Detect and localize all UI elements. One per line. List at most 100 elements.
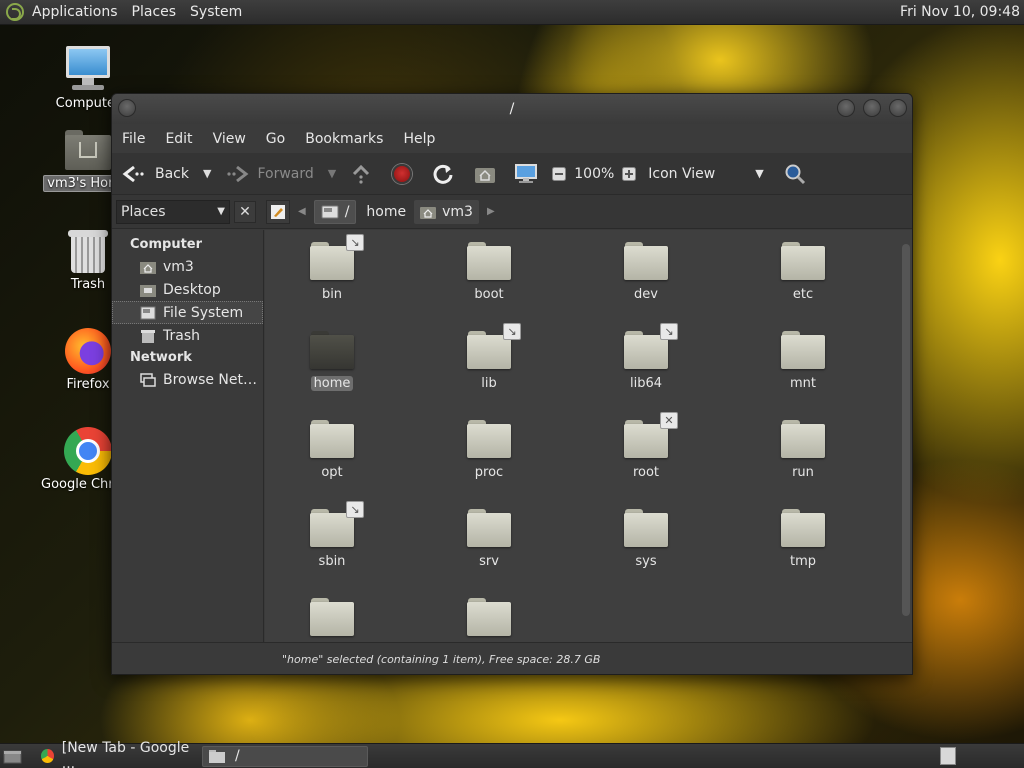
sidebar-item-desktop[interactable]: Desktop	[112, 278, 263, 301]
file-item[interactable]: tmp	[743, 507, 863, 569]
back-history-dropdown[interactable]: ▼	[195, 167, 219, 180]
clock[interactable]: Fri Nov 10, 09:48	[900, 4, 1020, 20]
workspace-switcher[interactable]	[940, 747, 956, 765]
file-item[interactable]: ↘ bin	[272, 234, 392, 302]
folder-icon: ↘	[310, 234, 364, 280]
folder-icon	[781, 507, 825, 547]
window-menu-button[interactable]	[118, 99, 136, 117]
home-icon	[475, 167, 496, 183]
file-item[interactable]: ✕ root	[586, 412, 706, 480]
symlink-emblem-icon: ↘	[503, 323, 521, 340]
zoom-in-button[interactable]	[616, 159, 642, 189]
file-manager-window: / File Edit View Go Bookmarks Help Back …	[111, 93, 913, 675]
file-item[interactable]: mnt	[743, 329, 863, 391]
file-item[interactable]: ↘ sbin	[272, 501, 392, 569]
up-button[interactable]	[344, 159, 378, 189]
sidebar-mode-select[interactable]: Places ▼	[116, 199, 230, 224]
bottom-panel: [New Tab - Google ... /	[0, 740, 1024, 768]
crumb-root[interactable]: /	[313, 199, 357, 224]
folder-icon	[310, 418, 354, 458]
back-button[interactable]: Back	[112, 159, 195, 189]
applications-menu[interactable]: Applications	[32, 4, 118, 20]
menu-view[interactable]: View	[203, 131, 256, 147]
crumb-home[interactable]: home	[360, 200, 412, 224]
file-name: home	[310, 376, 354, 391]
forward-history-dropdown[interactable]: ▼	[320, 167, 344, 180]
computer-icon	[64, 46, 112, 92]
folder-icon	[310, 329, 354, 369]
chrome-icon	[41, 749, 54, 763]
folder-icon	[624, 240, 668, 280]
crumb-vm3[interactable]: vm3	[414, 199, 479, 224]
file-item[interactable]: ↘ lib	[429, 323, 549, 391]
back-arrow-icon	[122, 165, 144, 182]
file-item[interactable]: ↘ lib64	[586, 323, 706, 391]
file-item[interactable]: dev	[586, 240, 706, 302]
window-titlebar[interactable]: /	[112, 94, 912, 124]
computer-button[interactable]	[502, 159, 544, 189]
close-sidebar-button[interactable]: ✕	[234, 200, 256, 223]
sidebar-item-vm3[interactable]: vm3	[112, 255, 263, 278]
file-item[interactable]	[429, 596, 549, 636]
show-desktop-icon[interactable]	[3, 748, 23, 764]
folder-icon	[781, 329, 825, 369]
sidebar-item-browse-network[interactable]: Browse Net…	[112, 368, 263, 391]
forward-button[interactable]: Forward	[219, 159, 319, 189]
crumb-left-icon[interactable]: ◀	[290, 206, 314, 217]
home-folder-icon	[420, 206, 437, 219]
folder-icon	[467, 596, 511, 636]
sidebar-item-file-system[interactable]: File System	[112, 301, 263, 324]
maximize-button[interactable]	[863, 99, 881, 117]
vertical-scrollbar[interactable]	[901, 234, 911, 636]
taskbar-item-chrome[interactable]: [New Tab - Google ...	[35, 740, 200, 768]
stop-button[interactable]	[378, 159, 418, 189]
minimize-button[interactable]	[837, 99, 855, 117]
firefox-icon	[65, 328, 111, 374]
places-menu[interactable]: Places	[132, 4, 177, 20]
file-item[interactable]: home	[272, 329, 392, 391]
folder-icon	[467, 507, 511, 547]
toggle-location-entry-button[interactable]	[266, 199, 290, 224]
sidebar-item-trash[interactable]: Trash	[112, 324, 263, 347]
scrollbar-thumb[interactable]	[902, 244, 910, 616]
symlink-emblem-icon: ↘	[346, 501, 364, 518]
file-item[interactable]: etc	[743, 240, 863, 302]
file-item[interactable]: opt	[272, 418, 392, 480]
places-sidebar: Computer vm3 Desktop File System Trash N…	[112, 230, 264, 642]
no-access-emblem-icon: ✕	[660, 412, 678, 429]
toolbar: Back ▼ Forward ▼ 100% Icon View ▼	[112, 153, 912, 195]
view-mode-select[interactable]: Icon View ▼	[642, 159, 769, 189]
menu-file[interactable]: File	[112, 131, 155, 147]
menu-bookmarks[interactable]: Bookmarks	[295, 131, 393, 147]
network-icon	[140, 372, 156, 387]
home-button[interactable]	[460, 159, 502, 189]
symlink-emblem-icon: ↘	[660, 323, 678, 340]
up-arrow-icon	[353, 164, 370, 184]
menu-help[interactable]: Help	[393, 131, 445, 147]
zoom-out-button[interactable]	[544, 159, 572, 189]
file-name: lib	[481, 376, 497, 391]
taskbar-item-label: [New Tab - Google ...	[61, 740, 190, 768]
close-button[interactable]	[889, 99, 907, 117]
search-button[interactable]	[770, 159, 812, 189]
zoom-out-icon	[552, 166, 567, 181]
crumb-right-icon[interactable]: ▶	[479, 206, 503, 217]
file-item[interactable]: boot	[429, 240, 549, 302]
folder-icon	[310, 596, 354, 636]
file-view[interactable]: ↘ bin boot dev etc home ↘ lib ↘ lib64 mnt opt proc ✕ r…	[265, 230, 912, 642]
system-menu[interactable]: System	[190, 4, 242, 20]
file-item[interactable]: proc	[429, 418, 549, 480]
file-item[interactable]: sys	[586, 507, 706, 569]
file-name: root	[632, 465, 660, 480]
file-item[interactable]: srv	[429, 507, 549, 569]
file-name: dev	[634, 287, 658, 302]
distro-logo-icon[interactable]	[6, 3, 24, 21]
file-item[interactable]: run	[743, 418, 863, 480]
menu-edit[interactable]: Edit	[155, 131, 202, 147]
menu-go[interactable]: Go	[256, 131, 295, 147]
taskbar-item-file-manager[interactable]: /	[202, 745, 368, 767]
reload-button[interactable]	[418, 159, 460, 189]
folder-icon	[467, 418, 511, 458]
file-item[interactable]	[272, 596, 392, 636]
computer-icon	[515, 163, 538, 183]
